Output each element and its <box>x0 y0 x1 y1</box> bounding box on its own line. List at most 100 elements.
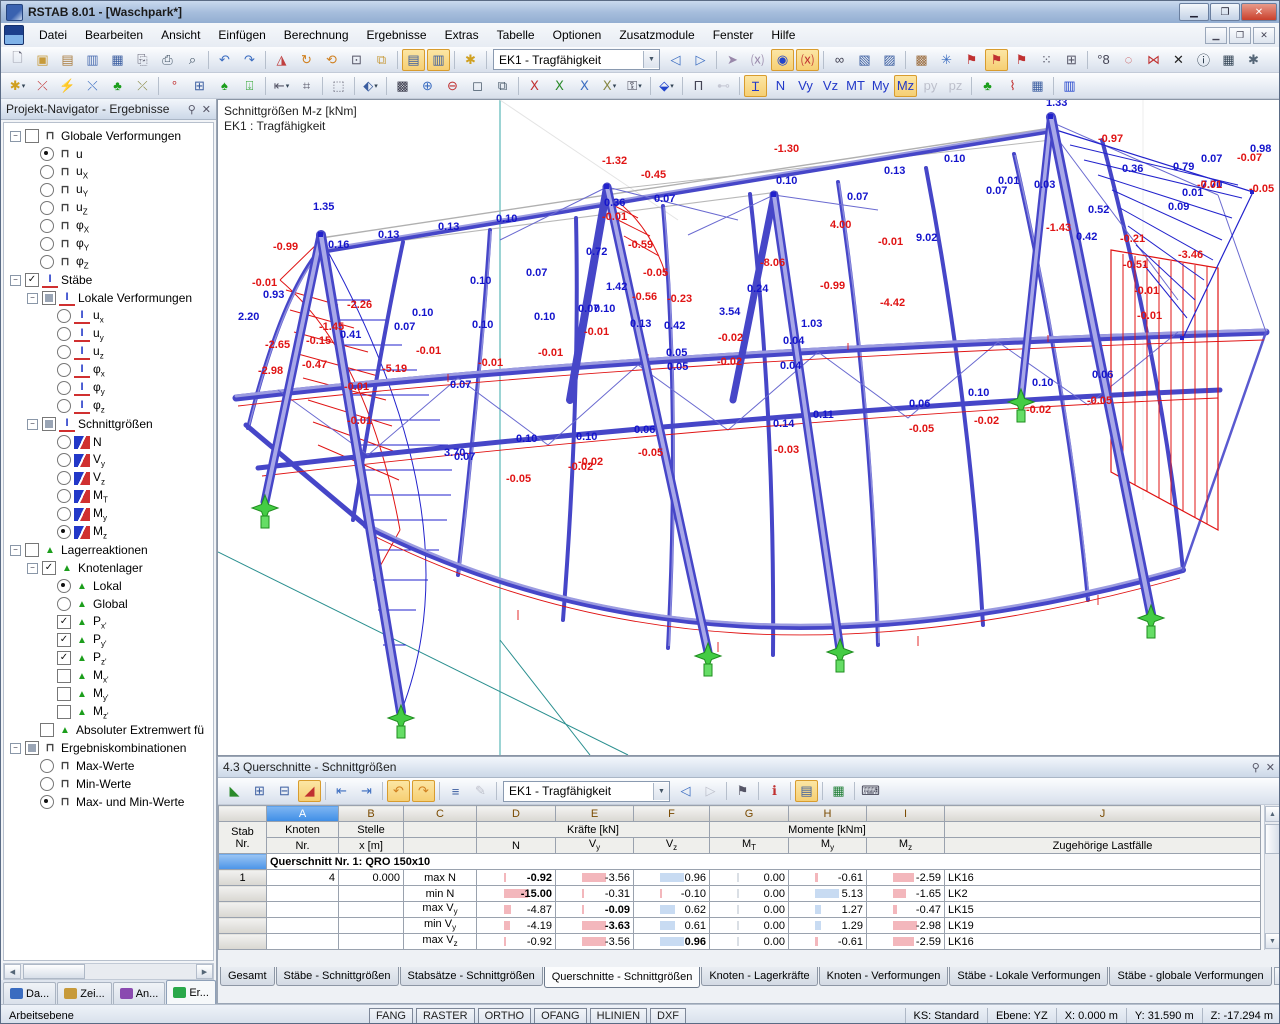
mirror-icon[interactable]: ⋈ <box>1142 49 1165 71</box>
tree-item--x[interactable]: φX <box>4 217 213 235</box>
row-header[interactable] <box>218 885 267 902</box>
tree-item-mx-[interactable]: Mx' <box>4 667 213 685</box>
expander-icon[interactable]: − <box>27 418 38 430</box>
tree-item-knotenlager[interactable]: −✓ Knotenlager <box>4 559 213 577</box>
result-mt-icon[interactable]: MT <box>844 75 867 97</box>
corner-cell[interactable] <box>218 805 267 822</box>
radio-button[interactable] <box>40 219 54 233</box>
table-tab-stäbe-schnittgrößen[interactable]: Stäbe - Schnittgrößen <box>275 967 399 986</box>
row-header[interactable] <box>218 917 267 934</box>
prev-loadcase-icon[interactable]: ◁ <box>664 49 687 71</box>
tree-item-uz[interactable]: uZ <box>4 199 213 217</box>
tree-item-uz[interactable]: uz <box>4 343 213 361</box>
tree-item-my-[interactable]: My' <box>4 685 213 703</box>
zoom-out-icon[interactable]: ⊖ <box>441 75 464 97</box>
camera-icon[interactable]: ⚿ ▾ <box>623 75 646 97</box>
cell-value[interactable]: 0.00 <box>709 917 789 934</box>
cell-value[interactable]: 0.00 <box>709 901 789 918</box>
tree-item-globale-verformungen[interactable]: − Globale Verformungen <box>4 127 213 145</box>
cube-copy-icon[interactable]: ⧉ <box>491 75 514 97</box>
navigator-hscrollbar[interactable]: ◀ ▶ <box>3 963 214 980</box>
chart-green-icon[interactable]: ◣ <box>223 780 246 802</box>
cell-value[interactable]: -0.09 <box>555 901 634 918</box>
cell-value[interactable]: -2.98 <box>866 917 945 934</box>
menu-berechnung[interactable]: Berechnung <box>275 25 358 45</box>
navigator-tab-zei[interactable]: Zei... <box>57 982 112 1004</box>
frame-tool-icon[interactable]: ⊞ <box>188 75 211 97</box>
column-letter-A[interactable]: A <box>266 805 339 822</box>
insert-node-icon[interactable]: ✱ ▾ <box>6 75 29 97</box>
column-letter-G[interactable]: G <box>709 805 789 822</box>
dropdown-arrow-icon[interactable]: ▾ <box>670 82 674 90</box>
radio-button[interactable] <box>57 327 71 341</box>
checkbox[interactable] <box>57 705 71 719</box>
radio-button[interactable] <box>57 345 71 359</box>
radio-button[interactable] <box>57 399 71 413</box>
cell-value[interactable]: 0.00 <box>709 869 789 886</box>
table-tab-stabsätze-schnittgrößen[interactable]: Stabsätze - Schnittgrößen <box>399 967 543 986</box>
checkbox[interactable] <box>57 669 71 683</box>
cell-kind[interactable]: max Vy <box>403 901 477 918</box>
cell-lastfall[interactable]: LK19 <box>944 917 1261 934</box>
tree-item-mz-[interactable]: Mz' <box>4 703 213 721</box>
checkbox[interactable] <box>40 723 54 737</box>
new-file-icon[interactable]: 🗋 <box>6 49 29 71</box>
radio-button[interactable] <box>40 795 54 809</box>
radio-button[interactable] <box>57 309 71 323</box>
tree-item-max-und-min-werte[interactable]: Max- und Min-Werte <box>4 793 213 811</box>
cell-value[interactable]: -0.92 <box>476 869 556 886</box>
view-x-icon[interactable]: Ⅹ <box>523 75 546 97</box>
menu-fenster[interactable]: Fenster <box>704 25 763 45</box>
table-row[interactable]: min N -15.00 -0.31 -0.10 0.00 5.13 -1.65 LK2 <box>218 885 1261 902</box>
new-window-icon[interactable]: ⧉ <box>370 49 393 71</box>
cell-value[interactable]: 0.61 <box>633 917 710 934</box>
cell-lastfall[interactable]: LK2 <box>944 885 1261 902</box>
radio-button[interactable] <box>57 381 71 395</box>
cell-value[interactable]: 0.00 <box>709 933 789 950</box>
cell-stelle[interactable] <box>338 901 404 918</box>
scroll-thumb[interactable] <box>1265 824 1279 854</box>
deform-results-icon[interactable]: ⌇ <box>1001 75 1024 97</box>
values-off-icon[interactable]: ⒳ <box>746 49 769 71</box>
cell-value[interactable]: -2.59 <box>866 933 945 950</box>
cell-knoten[interactable] <box>266 933 339 950</box>
insert-member-icon[interactable]: ⤫ <box>31 75 54 97</box>
view-y-icon[interactable]: Ⅹ <box>548 75 571 97</box>
expander-icon[interactable]: − <box>27 562 38 574</box>
scroll-right-icon[interactable]: ▶ <box>196 964 213 979</box>
table-row[interactable]: max Vy -4.87 -0.09 0.62 0.00 1.27 -0.47 LK15 <box>218 901 1261 918</box>
select-pointer-icon[interactable]: ⊡ <box>345 49 368 71</box>
cell-lastfall[interactable]: LK15 <box>944 901 1261 918</box>
radio-button[interactable] <box>40 165 54 179</box>
view-minus-y-icon[interactable]: Ⅹ ▾ <box>598 75 621 97</box>
cell-kind[interactable]: min Vy <box>403 917 477 934</box>
table-tab-querschnitte-schnittgrößen[interactable]: Querschnitte - Schnittgrößen <box>543 967 701 988</box>
cell-stelle[interactable] <box>338 933 404 950</box>
loadcase-up-icon[interactable]: ✱ <box>459 49 482 71</box>
cell-value[interactable]: -0.31 <box>555 885 634 902</box>
project-manager-icon[interactable]: ▤ <box>56 49 79 71</box>
tree-item-px-[interactable]: ✓ Px' <box>4 613 213 631</box>
select-rect-icon[interactable]: ⬚ <box>327 75 350 97</box>
mdi-restore-button[interactable]: ❐ <box>1229 26 1251 44</box>
column-letter-F[interactable]: F <box>633 805 710 822</box>
menu-datei[interactable]: Datei <box>30 25 76 45</box>
column-letter-J[interactable]: J <box>944 805 1261 822</box>
view-z-icon[interactable]: Ⅹ <box>573 75 596 97</box>
tree-item-stäbe[interactable]: −✓ Stäbe <box>4 271 213 289</box>
open-folder-icon[interactable]: ▣ <box>31 49 54 71</box>
col-right-icon[interactable]: ⇥ <box>355 780 378 802</box>
table-tab-knoten-verformungen[interactable]: Knoten - Verformungen <box>818 967 949 986</box>
tree-item--y[interactable]: φY <box>4 235 213 253</box>
col-left-icon[interactable]: ⇤ <box>330 780 353 802</box>
new-model-icon[interactable]: ◮ <box>270 49 293 71</box>
menu-einfügen[interactable]: Einfügen <box>209 25 274 45</box>
copy-icon[interactable]: ⎘ <box>131 49 154 71</box>
dropdown-arrow-icon[interactable]: ▾ <box>638 82 642 90</box>
expander-icon[interactable]: − <box>10 544 21 556</box>
table-tab-stäbe-lokale-verformungen[interactable]: Stäbe - Lokale Verformungen <box>949 967 1109 986</box>
cell-kind[interactable]: max N <box>403 869 477 886</box>
calc-settings-icon[interactable]: ▦ <box>1217 49 1240 71</box>
checkbox[interactable]: ✓ <box>25 273 39 287</box>
table-layout-1-icon[interactable]: ▤ <box>402 48 425 71</box>
